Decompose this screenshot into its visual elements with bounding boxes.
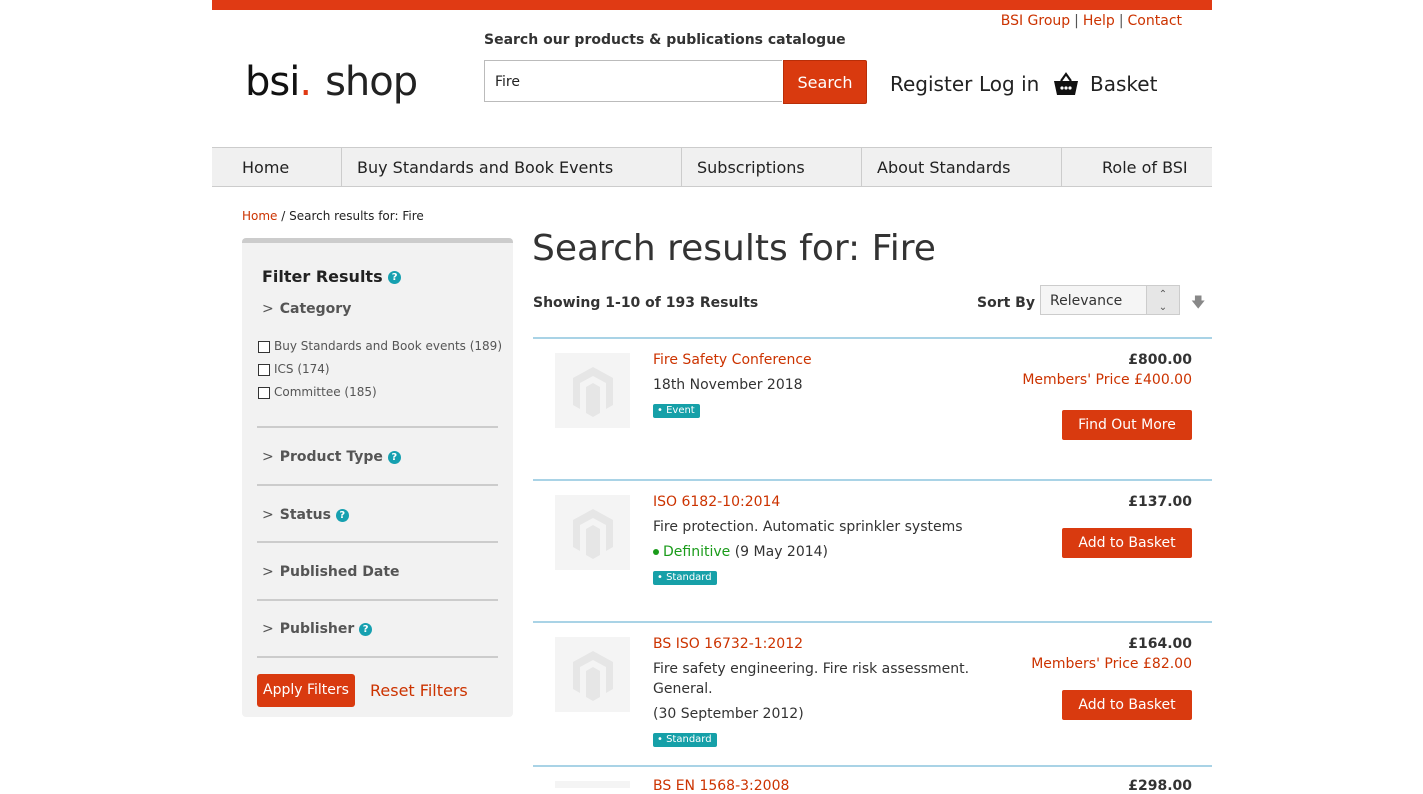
apply-filters-button[interactable]: Apply Filters bbox=[257, 674, 355, 707]
divider bbox=[257, 656, 498, 658]
logo-bsi: bsi bbox=[245, 59, 300, 105]
bsi-shop-logo[interactable]: bsi. shop bbox=[245, 58, 418, 106]
register-link[interactable]: Register bbox=[890, 72, 972, 96]
checkbox[interactable] bbox=[258, 363, 270, 376]
search-heading: Search our products & publications catal… bbox=[484, 32, 846, 48]
result-title-link[interactable]: BS ISO 16732-1:2012 bbox=[653, 636, 803, 652]
checkbox[interactable] bbox=[258, 386, 270, 399]
filter-status[interactable]: > Status ? bbox=[262, 507, 349, 523]
top-links: BSI Group | Help | Contact bbox=[1001, 13, 1182, 29]
link-help[interactable]: Help bbox=[1083, 13, 1115, 29]
search-button[interactable]: Search bbox=[783, 60, 867, 104]
product-thumbnail[interactable] bbox=[555, 495, 630, 570]
result-title-link[interactable]: Fire Safety Conference bbox=[653, 352, 812, 368]
result-description: Fire protection. Automatic sprinkler sys… bbox=[653, 519, 963, 535]
reset-filters-link[interactable]: Reset Filters bbox=[370, 681, 468, 700]
breadcrumb: Home / Search results for: Fire bbox=[242, 209, 424, 223]
result-divider bbox=[533, 479, 1212, 481]
add-to-basket-button[interactable]: Add to Basket bbox=[1062, 528, 1192, 558]
status-dot-icon bbox=[653, 549, 659, 555]
help-icon[interactable]: ? bbox=[359, 622, 373, 636]
login-link[interactable]: Log in bbox=[979, 72, 1039, 96]
checkbox[interactable] bbox=[258, 340, 270, 353]
page: BSI Group | Help | Contact bsi. shop Search o… bbox=[212, 0, 1212, 794]
filter-option-ics[interactable]: ICS (174) bbox=[258, 362, 330, 376]
link-contact[interactable]: Contact bbox=[1128, 13, 1182, 29]
main-nav: Home Buy Standards and Book Events Subsc… bbox=[212, 147, 1212, 187]
chevron-right-icon: > bbox=[262, 449, 274, 465]
divider bbox=[257, 426, 498, 428]
nav-buy-standards[interactable]: Buy Standards and Book Events bbox=[342, 148, 682, 186]
help-icon[interactable]: ? bbox=[335, 508, 349, 522]
filter-product-type[interactable]: > Product Type ? bbox=[262, 449, 401, 465]
result-divider bbox=[533, 765, 1212, 767]
nav-home[interactable]: Home bbox=[212, 148, 342, 186]
result-date: 18th November 2018 bbox=[653, 377, 803, 393]
help-icon[interactable]: ? bbox=[387, 450, 401, 464]
chevron-right-icon: > bbox=[262, 507, 274, 523]
type-badge: • Standard bbox=[653, 733, 717, 747]
product-thumbnail[interactable] bbox=[555, 781, 630, 788]
divider bbox=[257, 599, 498, 601]
sort-direction-icon[interactable]: 🡇 bbox=[1191, 292, 1205, 316]
chevron-right-icon: > bbox=[262, 564, 274, 580]
logo-shop: shop bbox=[325, 59, 418, 105]
filter-option-buy-standards[interactable]: Buy Standards and Book events (189) bbox=[258, 339, 502, 353]
result-description-cont: General. bbox=[653, 681, 713, 697]
filter-panel: Filter Results ? > Category Buy Standards… bbox=[242, 238, 513, 717]
link-bsi-group[interactable]: BSI Group bbox=[1001, 13, 1070, 29]
nav-about-standards[interactable]: About Standards bbox=[862, 148, 1062, 186]
divider bbox=[257, 541, 498, 543]
sort-select[interactable]: Relevance ⌃ ⌄ bbox=[1040, 285, 1180, 315]
help-icon[interactable]: ? bbox=[388, 271, 402, 284]
result-title-link[interactable]: ISO 6182-10:2014 bbox=[653, 494, 780, 510]
product-thumbnail[interactable] bbox=[555, 353, 630, 428]
nav-subscriptions[interactable]: Subscriptions bbox=[682, 148, 862, 186]
result-title-link[interactable]: BS EN 1568-3:2008 bbox=[653, 778, 789, 794]
filter-published-date[interactable]: > Published Date bbox=[262, 564, 400, 580]
result-price: £164.00 bbox=[1128, 636, 1192, 652]
divider bbox=[257, 484, 498, 486]
filter-publisher[interactable]: > Publisher ? bbox=[262, 621, 373, 637]
result-divider bbox=[533, 337, 1212, 339]
results-count: Showing 1-10 of 193 Results bbox=[533, 295, 759, 311]
separator: | bbox=[1074, 13, 1079, 29]
separator: | bbox=[1118, 13, 1124, 29]
filter-title: Filter Results ? bbox=[262, 267, 402, 286]
type-badge: • Standard bbox=[653, 571, 717, 585]
result-status: Definitive (9 May 2014) bbox=[653, 542, 828, 562]
result-description: Fire safety engineering. Fire risk asses… bbox=[653, 661, 970, 677]
result-divider bbox=[533, 621, 1212, 623]
breadcrumb-current: Search results for: Fire bbox=[289, 209, 424, 223]
breadcrumb-home[interactable]: Home bbox=[242, 209, 277, 223]
find-out-more-button[interactable]: Find Out More bbox=[1062, 410, 1192, 440]
result-price: £800.00 bbox=[1128, 352, 1192, 368]
search-input[interactable]: Fire bbox=[484, 60, 782, 102]
member-price: Members' Price £400.00 bbox=[1022, 372, 1192, 388]
member-price: Members' Price £82.00 bbox=[1031, 656, 1192, 672]
filter-option-committee[interactable]: Committee (185) bbox=[258, 385, 377, 399]
filter-category[interactable]: > Category bbox=[262, 301, 351, 317]
type-badge: • Event bbox=[653, 404, 700, 418]
result-date: (30 September 2012) bbox=[653, 706, 804, 722]
sort-label: Sort By bbox=[977, 295, 1035, 311]
chevron-right-icon: > bbox=[262, 621, 274, 637]
basket-icon[interactable] bbox=[1052, 70, 1080, 98]
breadcrumb-separator: / bbox=[281, 209, 286, 223]
logo-dot: . bbox=[299, 59, 312, 105]
basket-link[interactable]: Basket bbox=[1090, 72, 1157, 96]
add-to-basket-button[interactable]: Add to Basket bbox=[1062, 690, 1192, 720]
nav-role-of-bsi[interactable]: Role of BSI bbox=[1062, 148, 1212, 186]
chevron-right-icon: > bbox=[262, 301, 274, 317]
product-thumbnail[interactable] bbox=[555, 637, 630, 712]
select-arrows-icon: ⌃ ⌄ bbox=[1146, 286, 1179, 314]
result-price: £298.00 bbox=[1128, 778, 1192, 794]
result-price: £137.00 bbox=[1128, 494, 1192, 510]
page-title: Search results for: Fire bbox=[532, 228, 936, 269]
brand-topbar bbox=[212, 0, 1212, 10]
